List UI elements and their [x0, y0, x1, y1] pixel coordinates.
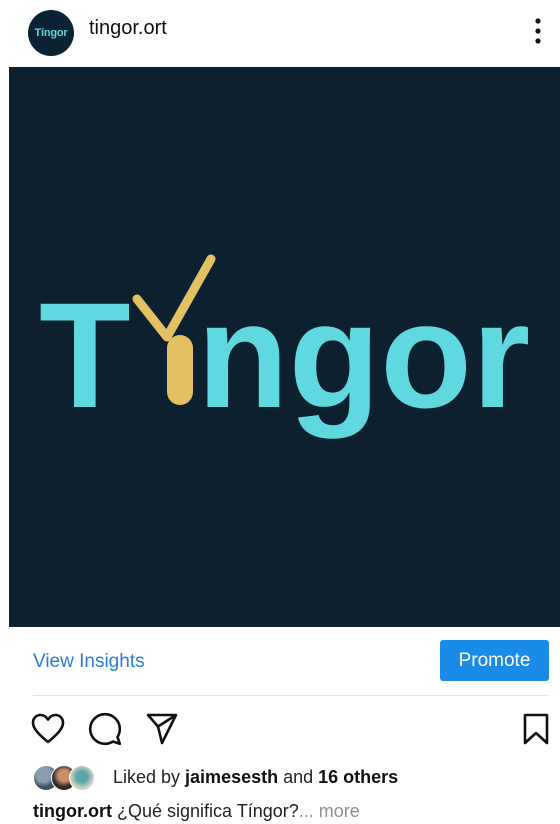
likes-others[interactable]: 16 others: [318, 767, 398, 787]
liker-username[interactable]: jaimesesth: [185, 767, 278, 787]
heart-icon: [31, 713, 65, 744]
share-button[interactable]: [143, 711, 181, 747]
save-button[interactable]: [517, 711, 555, 747]
caption-text: ¿Qué significa Tíngor?: [112, 801, 299, 821]
avatar-logo-text: Tíngor: [34, 27, 68, 39]
more-options-button[interactable]: [526, 14, 550, 48]
caption: tingor.ort ¿Qué significa Tíngor?... mor…: [33, 801, 360, 822]
logo-i-stem: [167, 335, 193, 405]
comment-button[interactable]: [86, 711, 124, 747]
post-image[interactable]: T ngor: [9, 67, 560, 627]
liker-avatar: [69, 765, 95, 791]
insights-row: View Insights Promote: [0, 627, 560, 695]
view-insights-link[interactable]: View Insights: [33, 651, 145, 673]
bookmark-icon: [523, 713, 549, 745]
logo-letter-t: T: [39, 271, 131, 439]
like-button[interactable]: [29, 711, 67, 747]
likes-text: Liked by jaimesesth and 16 others: [113, 767, 398, 788]
username[interactable]: tingor.ort: [89, 17, 167, 40]
likes-prefix: Liked by: [113, 767, 186, 787]
logo-letters-ngor: ngor: [197, 271, 530, 439]
profile-avatar[interactable]: Tíngor: [28, 10, 74, 56]
post-header: Tíngor tingor.ort: [0, 0, 560, 62]
liker-avatars: [33, 765, 99, 791]
caption-more-link[interactable]: ... more: [299, 801, 360, 821]
caption-username[interactable]: tingor.ort: [33, 801, 112, 821]
tingor-logo: T ngor: [39, 254, 530, 439]
divider: [33, 695, 549, 696]
more-vertical-icon: [535, 18, 541, 44]
comment-icon: [88, 712, 122, 746]
likes-and: and: [278, 767, 319, 787]
likes-row[interactable]: Liked by jaimesesth and 16 others: [33, 761, 553, 793]
share-icon: [146, 713, 178, 745]
promote-button[interactable]: Promote: [440, 640, 549, 681]
